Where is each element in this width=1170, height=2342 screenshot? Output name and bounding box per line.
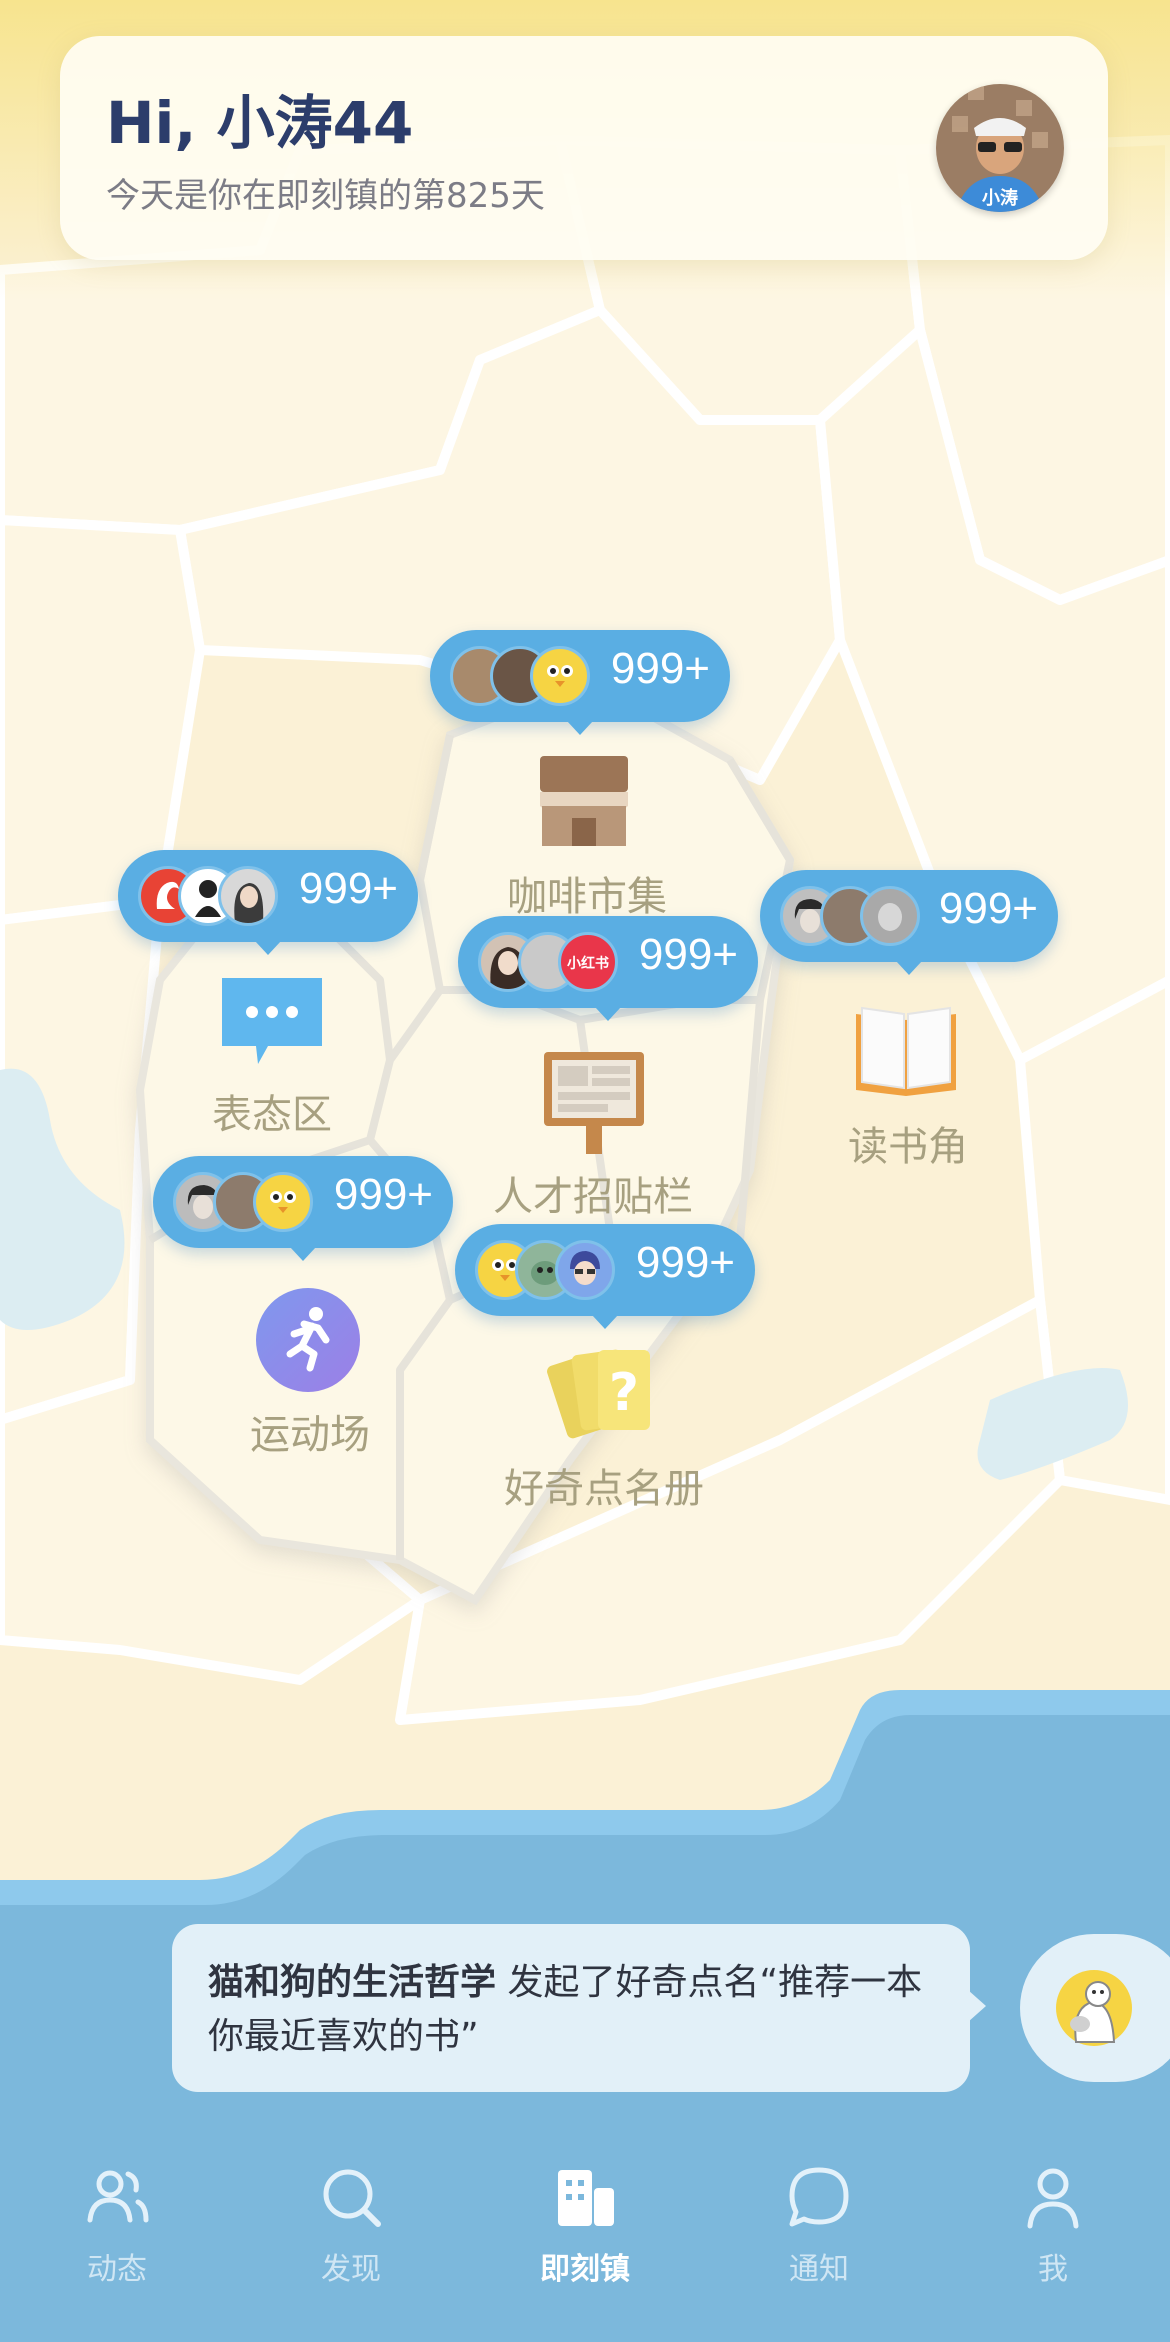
activity-count: 999+ <box>635 1238 735 1287</box>
speech-bubble-icon[interactable] <box>218 974 326 1070</box>
talent-board-activity-bubble[interactable]: 小红书 999+ <box>458 916 758 1021</box>
svg-text:小红书: 小红书 <box>567 955 609 972</box>
shop-icon[interactable] <box>534 752 634 852</box>
bottom-tab-bar: 动态 发现 即刻镇 通知 我 <box>0 2150 1170 2342</box>
notice-user-name[interactable]: 猫和狗的生活哲学 <box>208 1962 496 2003</box>
avatar <box>218 866 278 926</box>
tab-feed[interactable]: 动态 <box>0 2164 234 2324</box>
tab-label: 动态 <box>87 2252 147 2287</box>
chat-bubble-icon <box>789 2167 849 2227</box>
avatar-stack <box>450 646 600 706</box>
talent-board-label[interactable]: 人才招贴栏 <box>493 1164 693 1222</box>
reading-corner-activity-bubble[interactable]: 999+ <box>760 870 1058 975</box>
avatar-stack <box>780 886 930 946</box>
svg-text:?: ? <box>609 1363 639 1423</box>
open-book-icon[interactable] <box>852 1004 960 1104</box>
user-avatar[interactable]: 小涛 <box>936 84 1064 212</box>
opinion-zone-activity-bubble[interactable]: 999+ <box>118 850 418 955</box>
curiosity-roll-label[interactable]: 好奇点名册 <box>504 1456 704 1514</box>
tab-label: 我 <box>1038 2252 1068 2287</box>
mascot-icon <box>1054 1968 1134 2048</box>
tab-notifications[interactable]: 通知 <box>702 2164 936 2324</box>
tab-label: 通知 <box>789 2252 849 2287</box>
tab-me[interactable]: 我 <box>936 2164 1170 2324</box>
avatar <box>253 1172 313 1232</box>
avatar-stack <box>173 1172 323 1232</box>
reading-corner-label[interactable]: 读书角 <box>848 1114 968 1172</box>
avatar-stack <box>138 866 288 926</box>
xiaohongshu-avatar: 小红书 <box>558 932 618 992</box>
curiosity-roll-activity-bubble[interactable]: 999+ <box>455 1224 755 1329</box>
tab-label: 发现 <box>321 2252 381 2287</box>
svg-text:小涛: 小涛 <box>982 187 1018 209</box>
tab-discover[interactable]: 发现 <box>234 2164 468 2324</box>
town-buildings-icon <box>558 2170 614 2226</box>
coffee-market-activity-bubble[interactable]: 999+ <box>430 630 730 735</box>
activity-count: 999+ <box>938 884 1038 933</box>
tab-town[interactable]: 即刻镇 <box>468 2164 702 2324</box>
avatar <box>860 886 920 946</box>
avatar <box>555 1240 615 1300</box>
activity-count: 999+ <box>610 644 710 693</box>
bulletin-board-icon[interactable] <box>540 1048 648 1160</box>
activity-count: 999+ <box>333 1170 433 1219</box>
mascot-button[interactable] <box>1020 1934 1170 2082</box>
greeting-card: Hi, 小涛44 今天是你在即刻镇的第825天 小涛 <box>60 36 1108 260</box>
avatar-stack: 小红书 <box>478 932 628 992</box>
notice-text: 猫和狗的生活哲学 发起了好奇点名“推荐一本你最近喜欢的书” <box>208 1956 948 2064</box>
avatar <box>530 646 590 706</box>
sports-field-label[interactable]: 运动场 <box>250 1402 370 1460</box>
users-icon <box>87 2170 149 2223</box>
activity-count: 999+ <box>298 864 398 913</box>
sports-field-activity-bubble[interactable]: 999+ <box>153 1156 453 1261</box>
search-icon <box>323 2169 381 2227</box>
runner-icon[interactable] <box>256 1288 360 1396</box>
avatar-stack <box>475 1240 625 1300</box>
coffee-market-label[interactable]: 咖啡市集 <box>507 864 667 922</box>
person-icon <box>1027 2168 1079 2229</box>
tab-label: 即刻镇 <box>540 2252 630 2287</box>
question-cards-icon[interactable]: ? <box>546 1344 666 1452</box>
days-in-town-text: 今天是你在即刻镇的第825天 <box>106 176 545 216</box>
curiosity-notice-card[interactable]: 猫和狗的生活哲学 发起了好奇点名“推荐一本你最近喜欢的书” <box>172 1924 986 2092</box>
activity-count: 999+ <box>638 930 738 979</box>
opinion-zone-label[interactable]: 表态区 <box>212 1082 332 1140</box>
greeting-title: Hi, 小涛44 <box>106 89 414 157</box>
